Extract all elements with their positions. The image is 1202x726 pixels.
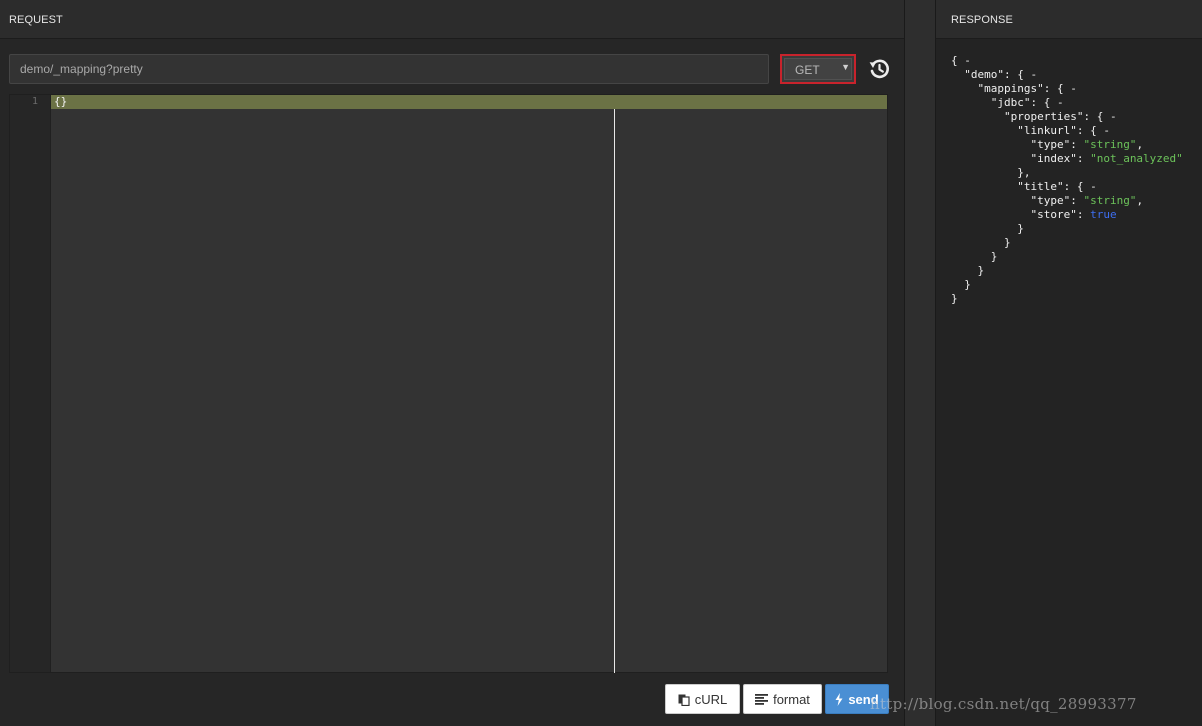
curl-button[interactable]: cURL bbox=[665, 684, 740, 714]
editor-print-margin bbox=[614, 109, 615, 673]
response-json-line: "properties": { - bbox=[951, 110, 1183, 124]
json-string-value: "string" bbox=[1083, 194, 1137, 207]
response-json-line: "type": "string", bbox=[951, 138, 1183, 152]
json-token: "demo": { - bbox=[951, 68, 1038, 81]
json-token: , bbox=[1136, 194, 1144, 207]
caret-down-icon: ▼ bbox=[841, 62, 850, 72]
json-token: }, bbox=[951, 166, 1031, 179]
request-url-input[interactable] bbox=[9, 54, 769, 84]
response-json-line: } bbox=[951, 250, 1183, 264]
response-json-line: "jdbc": { - bbox=[951, 96, 1183, 110]
request-panel-header: REQUEST bbox=[0, 0, 904, 39]
response-json-line: "index": "not_analyzed" bbox=[951, 152, 1183, 166]
align-left-icon bbox=[755, 693, 769, 705]
response-json-line: "type": "string", bbox=[951, 194, 1183, 208]
json-token: "type": bbox=[951, 194, 1084, 207]
json-token: "jdbc": { - bbox=[951, 96, 1064, 109]
request-panel: REQUEST GET ▼ 1 {} bbox=[0, 0, 905, 726]
response-json-line: }, bbox=[951, 166, 1183, 180]
response-json-line: { - bbox=[951, 54, 1183, 68]
json-token: , bbox=[1136, 138, 1144, 151]
editor-gutter: 1 bbox=[10, 95, 51, 672]
http-method-select[interactable]: GET ▼ bbox=[780, 54, 856, 84]
json-boolean-value: true bbox=[1090, 208, 1117, 221]
json-token: } bbox=[951, 278, 971, 291]
json-token: "index": bbox=[951, 152, 1091, 165]
response-json-line: } bbox=[951, 278, 1183, 292]
request-body-editor[interactable]: 1 {} bbox=[9, 94, 888, 673]
panel-divider[interactable] bbox=[905, 0, 935, 726]
json-string-value: "not_analyzed" bbox=[1090, 152, 1183, 165]
json-token: "properties": { - bbox=[951, 110, 1117, 123]
format-button[interactable]: format bbox=[743, 684, 822, 714]
json-token: "mappings": { - bbox=[951, 82, 1077, 95]
history-icon[interactable] bbox=[868, 58, 890, 80]
active-line-highlight bbox=[51, 95, 887, 109]
json-token: "type": bbox=[951, 138, 1084, 151]
response-panel-header: RESPONSE bbox=[936, 0, 1202, 39]
bolt-icon bbox=[835, 692, 843, 706]
response-json-line: } bbox=[951, 264, 1183, 278]
json-token: "linkurl": { - bbox=[951, 124, 1110, 137]
watermark-text: http://blog.csdn.net/qq_28993377 bbox=[870, 695, 1137, 713]
editor-code-line: {} bbox=[54, 95, 68, 108]
response-json-line: } bbox=[951, 236, 1183, 250]
json-string-value: "string" bbox=[1083, 138, 1137, 151]
json-token: "title": { - bbox=[951, 180, 1097, 193]
json-token: } bbox=[951, 236, 1011, 249]
line-number: 1 bbox=[31, 96, 38, 107]
format-button-label: format bbox=[773, 691, 810, 707]
response-json-line: "store": true bbox=[951, 208, 1183, 222]
response-panel: RESPONSE { - "demo": { - "mappings": { -… bbox=[935, 0, 1202, 726]
copy-icon bbox=[678, 694, 690, 706]
json-token: } bbox=[951, 250, 998, 263]
response-json-view: { - "demo": { - "mappings": { - "jdbc": … bbox=[951, 54, 1183, 306]
http-method-label: GET bbox=[795, 63, 820, 77]
json-token: "store": bbox=[951, 208, 1091, 221]
json-token: { - bbox=[951, 54, 971, 67]
json-token: } bbox=[951, 292, 958, 305]
response-json-line: } bbox=[951, 222, 1183, 236]
json-token: } bbox=[951, 222, 1024, 235]
history-icon-graphic bbox=[869, 59, 889, 79]
sense-console-app: REQUEST GET ▼ 1 {} bbox=[0, 0, 1202, 726]
response-json-line: "title": { - bbox=[951, 180, 1183, 194]
response-json-line: } bbox=[951, 292, 1183, 306]
json-token: } bbox=[951, 264, 985, 277]
response-json-line: "mappings": { - bbox=[951, 82, 1183, 96]
response-json-line: "demo": { - bbox=[951, 68, 1183, 82]
response-json-line: "linkurl": { - bbox=[951, 124, 1183, 138]
curl-button-label: cURL bbox=[694, 691, 728, 707]
